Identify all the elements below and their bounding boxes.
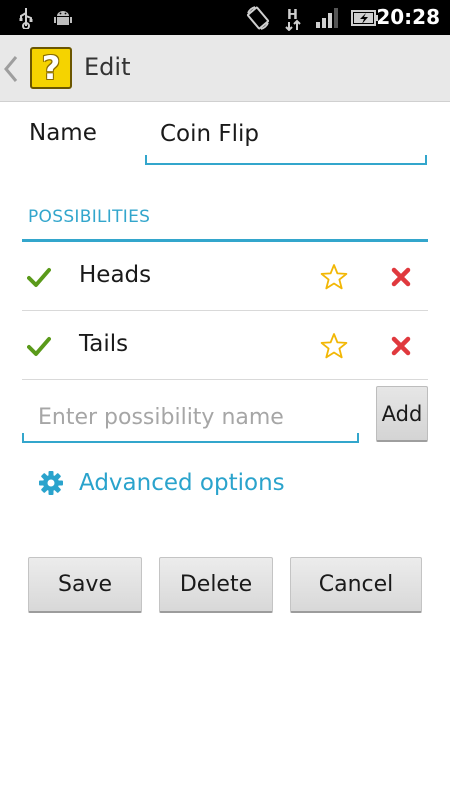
advanced-options-label: Advanced options xyxy=(79,470,285,496)
delete-icon[interactable] xyxy=(390,335,412,357)
signal-icon xyxy=(314,0,340,35)
possibilities-header: POSSIBILITIES xyxy=(28,207,151,227)
action-bar: ? Edit xyxy=(0,35,450,102)
page-title: Edit xyxy=(84,53,131,81)
possibility-label: Heads xyxy=(79,262,152,288)
add-button[interactable]: Add xyxy=(376,386,428,442)
star-icon[interactable] xyxy=(320,332,348,360)
question-mark-glyph: ? xyxy=(41,49,61,87)
row-divider xyxy=(22,379,428,380)
status-bar: H 20:28 xyxy=(0,0,450,35)
advanced-options-link[interactable]: Advanced options xyxy=(38,466,285,500)
app-icon[interactable]: ? xyxy=(30,47,72,89)
delete-button[interactable]: Delete xyxy=(159,557,273,613)
possibility-name-input[interactable] xyxy=(22,393,359,441)
check-icon[interactable] xyxy=(27,265,51,289)
hspa-data-icon: H xyxy=(283,0,305,35)
name-label: Name xyxy=(29,120,97,146)
name-field-value: Coin Flip xyxy=(160,121,260,147)
possibility-row-heads[interactable]: Heads xyxy=(0,242,450,311)
possibility-label: Tails xyxy=(79,331,129,357)
name-field[interactable]: Coin Flip xyxy=(145,115,427,165)
android-debug-icon xyxy=(52,0,74,35)
save-button[interactable]: Save xyxy=(28,557,142,613)
possibility-row-tails[interactable]: Tails xyxy=(0,311,450,380)
status-clock: 20:28 xyxy=(376,5,440,29)
cancel-button[interactable]: Cancel xyxy=(290,557,422,613)
usb-icon xyxy=(15,0,37,35)
back-chevron-icon[interactable] xyxy=(2,53,20,85)
check-icon[interactable] xyxy=(27,334,51,358)
possibility-input-wrapper xyxy=(22,393,359,443)
gear-icon xyxy=(38,470,64,496)
star-icon[interactable] xyxy=(320,263,348,291)
screen-rotate-icon xyxy=(244,0,272,35)
delete-icon[interactable] xyxy=(390,266,412,288)
